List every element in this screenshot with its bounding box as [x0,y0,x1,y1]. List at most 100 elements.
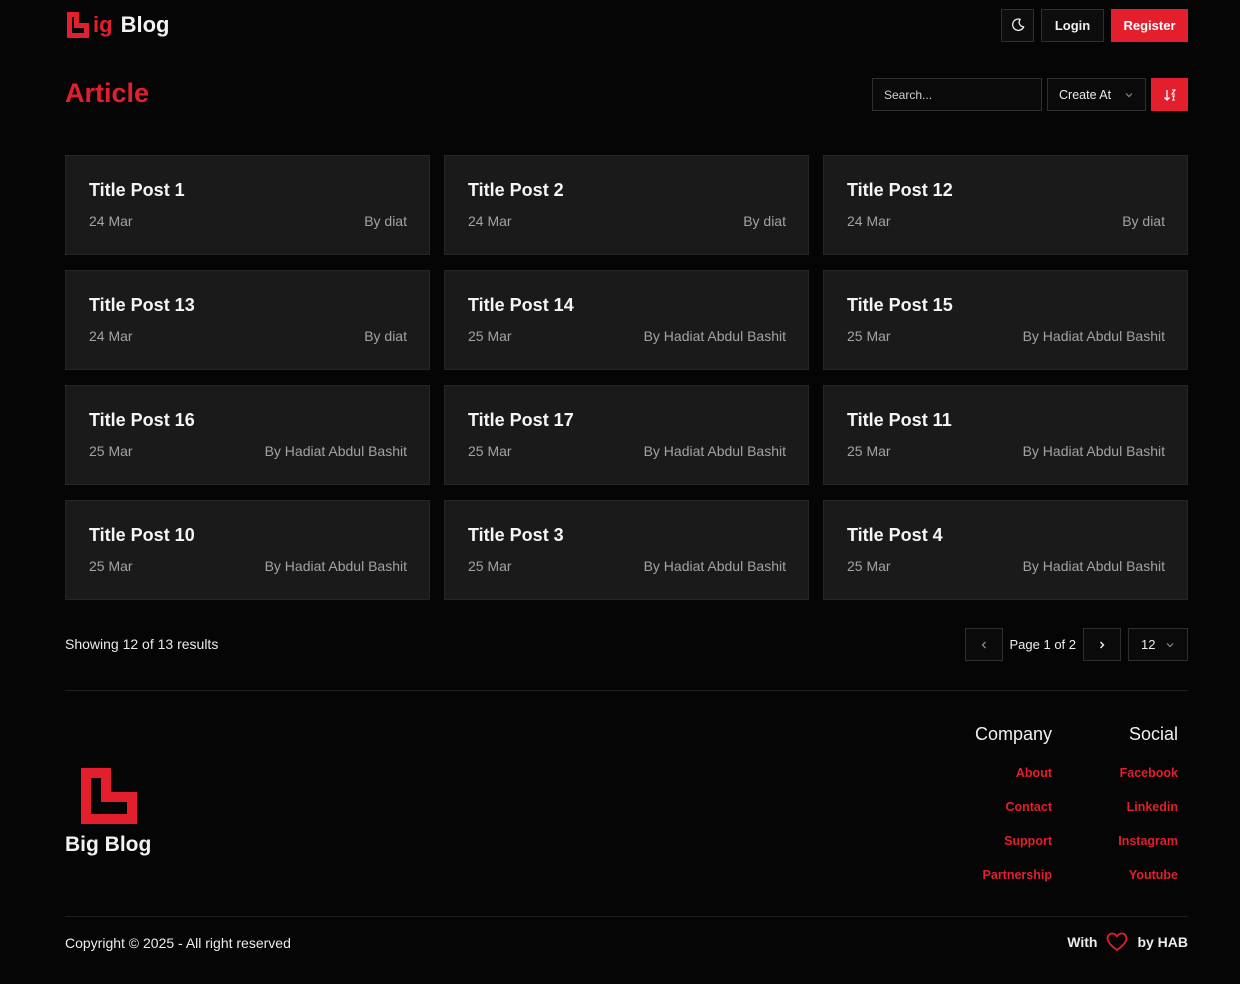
header-actions: Login Register [1001,8,1188,42]
footer-link-instagram[interactable]: Instagram [1118,834,1178,848]
post-title: Title Post 10 [89,525,195,545]
footer-company-title: Company [974,724,1052,744]
footer-link-youtube[interactable]: Youtube [1118,868,1178,882]
post-card[interactable]: Title Post 14 25 Mar By Hadiat Abdul Bashi… [444,270,809,370]
logo-mark-icon [81,768,137,824]
post-title: Title Post 2 [468,180,564,200]
post-card[interactable]: Title Post 11 25 Mar By Hadiat Abdul Bashi… [823,385,1188,485]
post-author: By Hadiat Abdul Bashit [264,443,407,459]
footer-divider-bottom [65,916,1188,917]
post-date: 24 Mar [468,213,512,229]
made-with-label: With [1067,934,1098,950]
post-date: 24 Mar [89,213,133,229]
footer-link-linkedin[interactable]: Linkedin [1118,800,1178,814]
post-author: By Hadiat Abdul Bashit [643,558,786,574]
sort-field-label: Create At [1059,87,1112,102]
post-author: By Hadiat Abdul Bashit [1022,443,1165,459]
post-title: Title Post 15 [847,295,953,315]
post-date: 25 Mar [468,558,512,574]
post-title: Title Post 13 [89,295,195,315]
heart-icon [1107,932,1128,951]
theme-toggle-button[interactable] [1001,8,1034,42]
logo-accent-text: ig [93,12,113,37]
post-title: Title Post 14 [468,295,574,315]
post-title: Title Post 12 [847,180,953,200]
chevron-down-icon [1166,642,1174,647]
page-indicator: Page 1 of 2 [1009,637,1077,652]
post-title: Title Post 16 [89,410,195,430]
footer-link-partnership[interactable]: Partnership [975,868,1052,882]
chevron-left-icon [981,641,986,648]
post-title: Title Post 4 [847,525,943,545]
chevron-down-icon [1125,92,1133,97]
post-card[interactable]: Title Post 12 24 Mar By diat [823,155,1188,255]
post-card[interactable]: Title Post 10 25 Mar By Hadiat Abdul Bashi… [65,500,430,600]
post-author: By diat [1122,213,1165,229]
post-date: 25 Mar [468,328,512,344]
made-with: With by HAB [1067,932,1188,952]
site-logo[interactable]: ig Blog [65,10,169,40]
footer-link-contact[interactable]: Contact [975,800,1052,814]
page-size-select[interactable]: 12 [1128,628,1188,661]
sort-desc-icon [1163,88,1176,101]
sort-direction-button[interactable] [1151,78,1188,111]
footer-logo[interactable]: Big Blog [65,766,175,857]
post-author: By diat [364,213,407,229]
post-card[interactable]: Title Post 1 24 Mar By diat [65,155,430,255]
post-date: 25 Mar [89,443,133,459]
footer-logo-text: Big Blog [65,833,152,856]
post-title: Title Post 17 [468,410,574,430]
post-date: 25 Mar [89,558,133,574]
post-grid: Title Post 1 24 Mar By diat Title Post 2 24… [65,155,1188,600]
post-title: Title Post 11 [847,410,952,430]
post-card[interactable]: Title Post 13 24 Mar By diat [65,270,430,370]
post-card[interactable]: Title Post 2 24 Mar By diat [444,155,809,255]
post-date: 24 Mar [847,213,891,229]
post-card[interactable]: Title Post 15 25 Mar By Hadiat Abdul Bashi… [823,270,1188,370]
post-author: By Hadiat Abdul Bashit [643,328,786,344]
post-title: Title Post 1 [89,180,185,200]
moon-icon [1011,18,1024,32]
copyright-text: Copyright © 2025 - All right reserved [65,935,291,951]
post-card[interactable]: Title Post 3 25 Mar By Hadiat Abdul Bashit [444,500,809,600]
logo-mark-icon [67,12,89,38]
footer-link-support[interactable]: Support [975,834,1052,848]
page-size-value: 12 [1141,637,1156,652]
login-button[interactable]: Login [1041,8,1104,42]
footer-social-column: Social Facebook Linkedin Instagram Youtu… [1118,724,1178,902]
page-title: Article [65,78,150,108]
next-page-button[interactable] [1083,628,1121,661]
pagination: Page 1 of 2 12 [964,628,1188,661]
sort-field-select[interactable]: Create At [1047,78,1146,111]
post-author: By diat [364,328,407,344]
footer-company-column: Company About Contact Support Partnershi… [975,724,1052,902]
chevron-right-icon [1100,641,1105,648]
site-header: ig Blog Login Register [65,8,1188,42]
post-card[interactable]: Title Post 16 25 Mar By Hadiat Abdul Bashi… [65,385,430,485]
register-button[interactable]: Register [1111,8,1188,42]
post-date: 25 Mar [847,558,891,574]
footer-social-title: Social [1128,724,1178,744]
post-author: By Hadiat Abdul Bashit [264,558,407,574]
post-card[interactable]: Title Post 17 25 Mar By Hadiat Abdul Bashi… [444,385,809,485]
post-author: By Hadiat Abdul Bashit [1022,328,1165,344]
results-count: Showing 12 of 13 results [65,636,219,652]
search-input[interactable]: Search... [872,78,1042,111]
page: ig Blog Login Register Article Search...… [0,0,1240,984]
post-date: 25 Mar [847,443,891,459]
footer-link-about[interactable]: About [975,766,1052,780]
post-date: 25 Mar [847,328,891,344]
prev-page-button[interactable] [964,628,1003,661]
footer-link-facebook[interactable]: Facebook [1118,766,1178,780]
post-date: 24 Mar [89,328,133,344]
post-author: By Hadiat Abdul Bashit [1022,558,1165,574]
post-card[interactable]: Title Post 4 25 Mar By Hadiat Abdul Bashit [823,500,1188,600]
post-date: 25 Mar [468,443,512,459]
post-title: Title Post 3 [468,525,564,545]
footer-divider-top [65,690,1188,691]
made-by-label: by HAB [1137,934,1188,950]
logo-text: Blog [120,12,170,37]
list-controls: Search... Create At [872,78,1188,111]
post-author: By Hadiat Abdul Bashit [643,443,786,459]
post-author: By diat [743,213,786,229]
